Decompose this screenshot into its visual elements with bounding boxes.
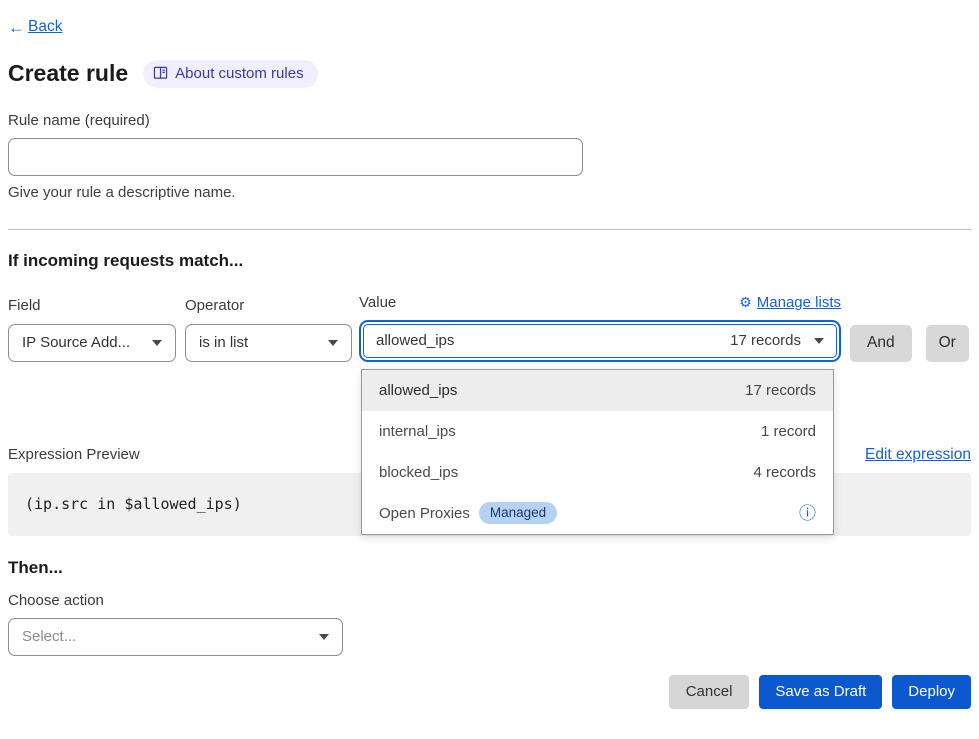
rule-name-input[interactable] (8, 138, 583, 176)
create-rule-page: ←Back Create rule About custom rules Rul… (0, 0, 979, 709)
and-button[interactable]: And (850, 325, 912, 362)
choose-action-label: Choose action (8, 592, 971, 609)
field-column: Field IP Source Add... (8, 297, 176, 362)
value-select-selected: allowed_ips (376, 332, 454, 349)
back-link-label: Back (28, 18, 62, 36)
chevron-down-icon (319, 634, 329, 640)
operator-label: Operator (185, 297, 352, 314)
list-option-name: blocked_ips (379, 464, 458, 481)
edit-expression-link[interactable]: Edit expression (865, 446, 971, 464)
value-select[interactable]: allowed_ips 17 records (363, 324, 837, 358)
manage-lists-label: Manage lists (757, 294, 841, 311)
deploy-button[interactable]: Deploy (892, 675, 971, 709)
footer-actions: Cancel Save as Draft Deploy (8, 675, 971, 709)
value-select-record-count: 17 records (730, 332, 801, 349)
list-option-record-count: 17 records (745, 382, 816, 399)
operator-select[interactable]: is in list (185, 324, 352, 362)
info-icon[interactable]: ⓘ (799, 505, 816, 522)
operator-column: Operator is in list (185, 297, 352, 362)
expression-code: (ip.src in $allowed_ips) (25, 495, 242, 513)
book-icon (153, 66, 168, 80)
field-select[interactable]: IP Source Add... (8, 324, 176, 362)
section-divider (8, 229, 971, 230)
save-as-draft-button[interactable]: Save as Draft (759, 675, 882, 709)
list-option-record-count: 1 record (761, 423, 816, 440)
list-option-record-count: 4 records (753, 464, 816, 481)
list-option-name: internal_ips (379, 423, 456, 440)
then-section-heading: Then... (8, 558, 971, 578)
expression-preview-label: Expression Preview (8, 446, 140, 463)
rule-name-label: Rule name (required) (8, 112, 971, 129)
match-section-heading: If incoming requests match... (8, 251, 971, 271)
action-select[interactable]: Select... (8, 618, 343, 656)
back-link[interactable]: ←Back (8, 18, 62, 36)
value-select-right: 17 records (730, 332, 824, 349)
managed-badge: Managed (479, 502, 557, 524)
chevron-down-icon (814, 338, 824, 344)
rule-name-helper-text: Give your rule a descriptive name. (8, 184, 971, 201)
chevron-down-icon (328, 340, 338, 346)
gear-icon: ⚙ (739, 294, 752, 311)
action-select-placeholder: Select... (22, 628, 76, 645)
title-row: Create rule About custom rules (8, 60, 971, 88)
list-option-internal-ips[interactable]: internal_ips 1 record (362, 411, 833, 452)
condition-row: Field IP Source Add... Operator is in li… (8, 294, 971, 362)
page-title: Create rule (8, 60, 128, 87)
or-button[interactable]: Or (926, 325, 969, 362)
about-custom-rules-link[interactable]: About custom rules (143, 60, 317, 88)
list-option-name: allowed_ips (379, 382, 457, 399)
back-arrow-icon: ← (8, 19, 25, 36)
field-select-value: IP Source Add... (22, 334, 130, 351)
list-option-open-proxies[interactable]: Open Proxies Managed ⓘ (362, 493, 833, 534)
value-label-row: Value ⚙ Manage lists (359, 294, 841, 311)
list-dropdown-panel: allowed_ips 17 records internal_ips 1 re… (361, 369, 834, 535)
value-select-focus-ring: allowed_ips 17 records (359, 320, 841, 362)
field-label: Field (8, 297, 176, 314)
list-option-name: Open Proxies (379, 505, 470, 522)
list-option-allowed-ips[interactable]: allowed_ips 17 records (362, 370, 833, 411)
chevron-down-icon (152, 340, 162, 346)
operator-select-value: is in list (199, 334, 248, 351)
value-column: Value ⚙ Manage lists allowed_ips 17 reco… (359, 294, 841, 362)
about-custom-rules-label: About custom rules (175, 65, 303, 82)
cancel-button[interactable]: Cancel (669, 675, 750, 709)
manage-lists-link[interactable]: ⚙ Manage lists (739, 294, 841, 311)
value-label: Value (359, 294, 396, 311)
list-option-blocked-ips[interactable]: blocked_ips 4 records (362, 452, 833, 493)
